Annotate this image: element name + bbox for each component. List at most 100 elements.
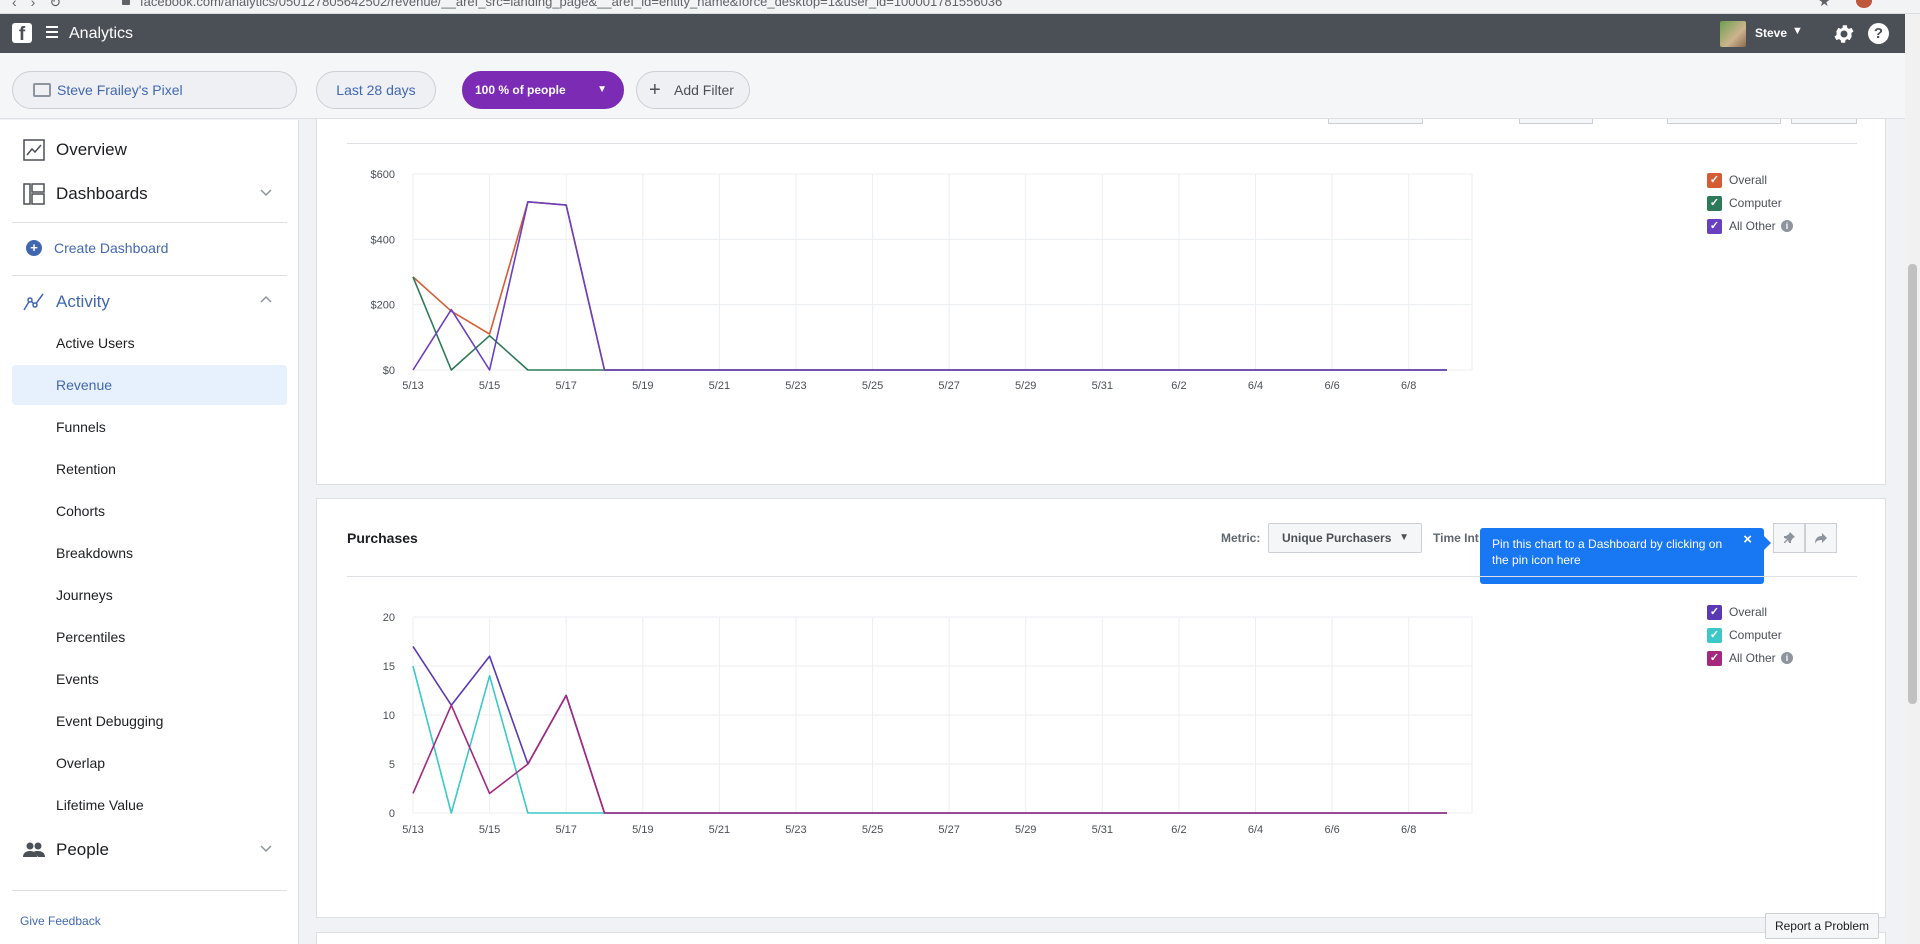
y-tick-label: $600 [371,169,395,181]
pixel-icon [33,83,51,97]
x-tick-label: 5/19 [632,380,653,392]
top-bar: f Analytics Steve ▼ ? [0,14,1920,53]
y-tick-label: 0 [389,808,395,820]
filter-bar: Steve Frailey's Pixel Last 28 days 100 %… [0,53,1905,119]
activity-icon [23,293,44,311]
give-feedback-link[interactable]: Give Feedback [20,914,101,928]
x-tick-label: 5/25 [862,380,883,392]
series-line-overall [412,645,1447,814]
sidebar-item-overlap[interactable]: Overlap [12,743,287,783]
facebook-logo-icon[interactable]: f [12,23,32,43]
checkbox-icon[interactable]: ✓ [1707,605,1722,620]
gear-icon[interactable] [1832,22,1856,46]
legend-label: Overall [1729,605,1768,619]
date-range-selector[interactable]: Last 28 days [316,71,436,109]
create-dashboard-label: Create Dashboard [54,240,169,256]
revenue-chart-card: $0 $200 $400 $600 5/13 5/15 5/17 5/19 5/21 5/23 5/… [316,119,1886,485]
legend-label: All Other [1729,651,1776,665]
people-segment-selector[interactable]: 100 % of people ▼ [462,71,624,109]
chevron-down-icon: ▼ [597,84,607,95]
x-tick-label: 6/6 [1324,824,1339,836]
legend-label: Overall [1729,173,1768,187]
scrollbar-thumb[interactable] [1908,264,1917,704]
series-line-all-other [412,200,1447,371]
chevron-down-icon[interactable]: ▼ [1792,25,1803,37]
report-problem-button[interactable]: Report a Problem [1765,913,1879,939]
x-tick-label: 6/2 [1171,380,1186,392]
y-tick-label: 10 [383,710,395,722]
app-title[interactable]: Analytics [69,25,133,43]
divider [12,890,287,891]
x-tick-label: 5/31 [1092,824,1113,836]
plus-circle-icon: + [26,240,42,256]
x-tick-label: 5/23 [785,824,806,836]
x-tick-label: 5/13 [402,824,423,836]
sidebar-item-label: Overview [56,140,127,159]
checkbox-icon[interactable]: ✓ [1707,628,1722,643]
people-segment-label: 100 % of people [475,83,566,97]
divider [12,275,287,276]
sidebar-item-active-users[interactable]: Active Users [12,323,287,363]
sidebar-item-label: People [56,840,109,859]
hamburger-menu-icon[interactable] [46,26,58,41]
sidebar-item-journeys[interactable]: Journeys [12,575,287,615]
x-tick-label: 5/27 [938,380,959,392]
avatar[interactable] [1720,21,1746,47]
bookmark-star-icon[interactable]: ★ [1818,0,1831,10]
sidebar-item-breakdowns[interactable]: Breakdowns [12,533,287,573]
checkbox-icon[interactable]: ✓ [1707,196,1722,211]
x-tick-label: 5/15 [479,380,500,392]
scrollbar[interactable] [1905,14,1920,944]
user-name[interactable]: Steve [1755,26,1787,40]
x-tick-label: 6/2 [1171,824,1186,836]
y-tick-label: 15 [383,661,395,673]
series-line-computer [412,665,1447,814]
legend-label: All Other [1729,219,1776,233]
sidebar-item-revenue[interactable]: Revenue [12,365,287,405]
chevron-down-icon[interactable] [260,842,272,854]
x-tick-label: 5/15 [479,824,500,836]
lock-icon [122,0,130,5]
legend-label: Computer [1729,196,1782,210]
checkbox-icon[interactable]: ✓ [1707,173,1722,188]
series-line-computer [412,276,1447,371]
series-line-overall [412,200,1447,371]
y-tick-label: $0 [383,365,395,377]
chevron-up-icon[interactable] [260,294,272,306]
x-tick-label: 6/4 [1248,824,1263,836]
sidebar-item-event-debugging[interactable]: Event Debugging [12,701,287,741]
sidebar-item-funnels[interactable]: Funnels [12,407,287,447]
checkbox-icon[interactable]: ✓ [1707,651,1722,666]
x-tick-label: 6/6 [1324,380,1339,392]
sidebar-item-cohorts[interactable]: Cohorts [12,491,287,531]
add-filter-button[interactable]: + Add Filter [636,71,750,109]
pixel-selector[interactable]: Steve Frailey's Pixel [12,71,297,109]
x-tick-label: 5/23 [785,380,806,392]
checkbox-icon[interactable]: ✓ [1707,219,1722,234]
x-tick-label: 5/27 [938,824,959,836]
sidebar-item-events[interactable]: Events [12,659,287,699]
sidebar-item-label: Activity [56,292,110,311]
revenue-line-chart: $0 $200 $400 $600 5/13 5/15 5/17 5/19 5/21 5/23 5/… [371,169,1473,392]
chevron-down-icon[interactable] [260,186,272,198]
sidebar-item-percentiles[interactable]: Percentiles [12,617,287,657]
series-line-all-other [412,694,1447,814]
info-icon[interactable]: i [1781,220,1793,232]
next-chart-card [316,932,1886,944]
info-icon[interactable]: i [1781,652,1793,664]
help-icon[interactable]: ? [1868,23,1889,44]
browser-url[interactable]: facebook.com/analytics/050127805642502/r… [140,0,1002,9]
sidebar-item-lifetime-value[interactable]: Lifetime Value [12,785,287,825]
extension-icon[interactable] [1856,0,1872,8]
x-tick-label: 6/8 [1401,380,1416,392]
dashboard-icon [23,183,45,205]
browser-nav-icons[interactable]: ‹›↻ [12,0,75,11]
sidebar: Overview Dashboards + Create Dashboard A… [0,120,299,944]
x-tick-label: 5/19 [632,824,653,836]
x-tick-label: 5/21 [709,824,730,836]
x-tick-label: 5/13 [402,380,423,392]
sidebar-item-retention[interactable]: Retention [12,449,287,489]
y-tick-label: 5 [389,759,395,771]
purchases-chart-card: Purchases Metric: Unique Purchasers ▼ Ti… [316,498,1886,918]
x-tick-label: 5/21 [709,380,730,392]
